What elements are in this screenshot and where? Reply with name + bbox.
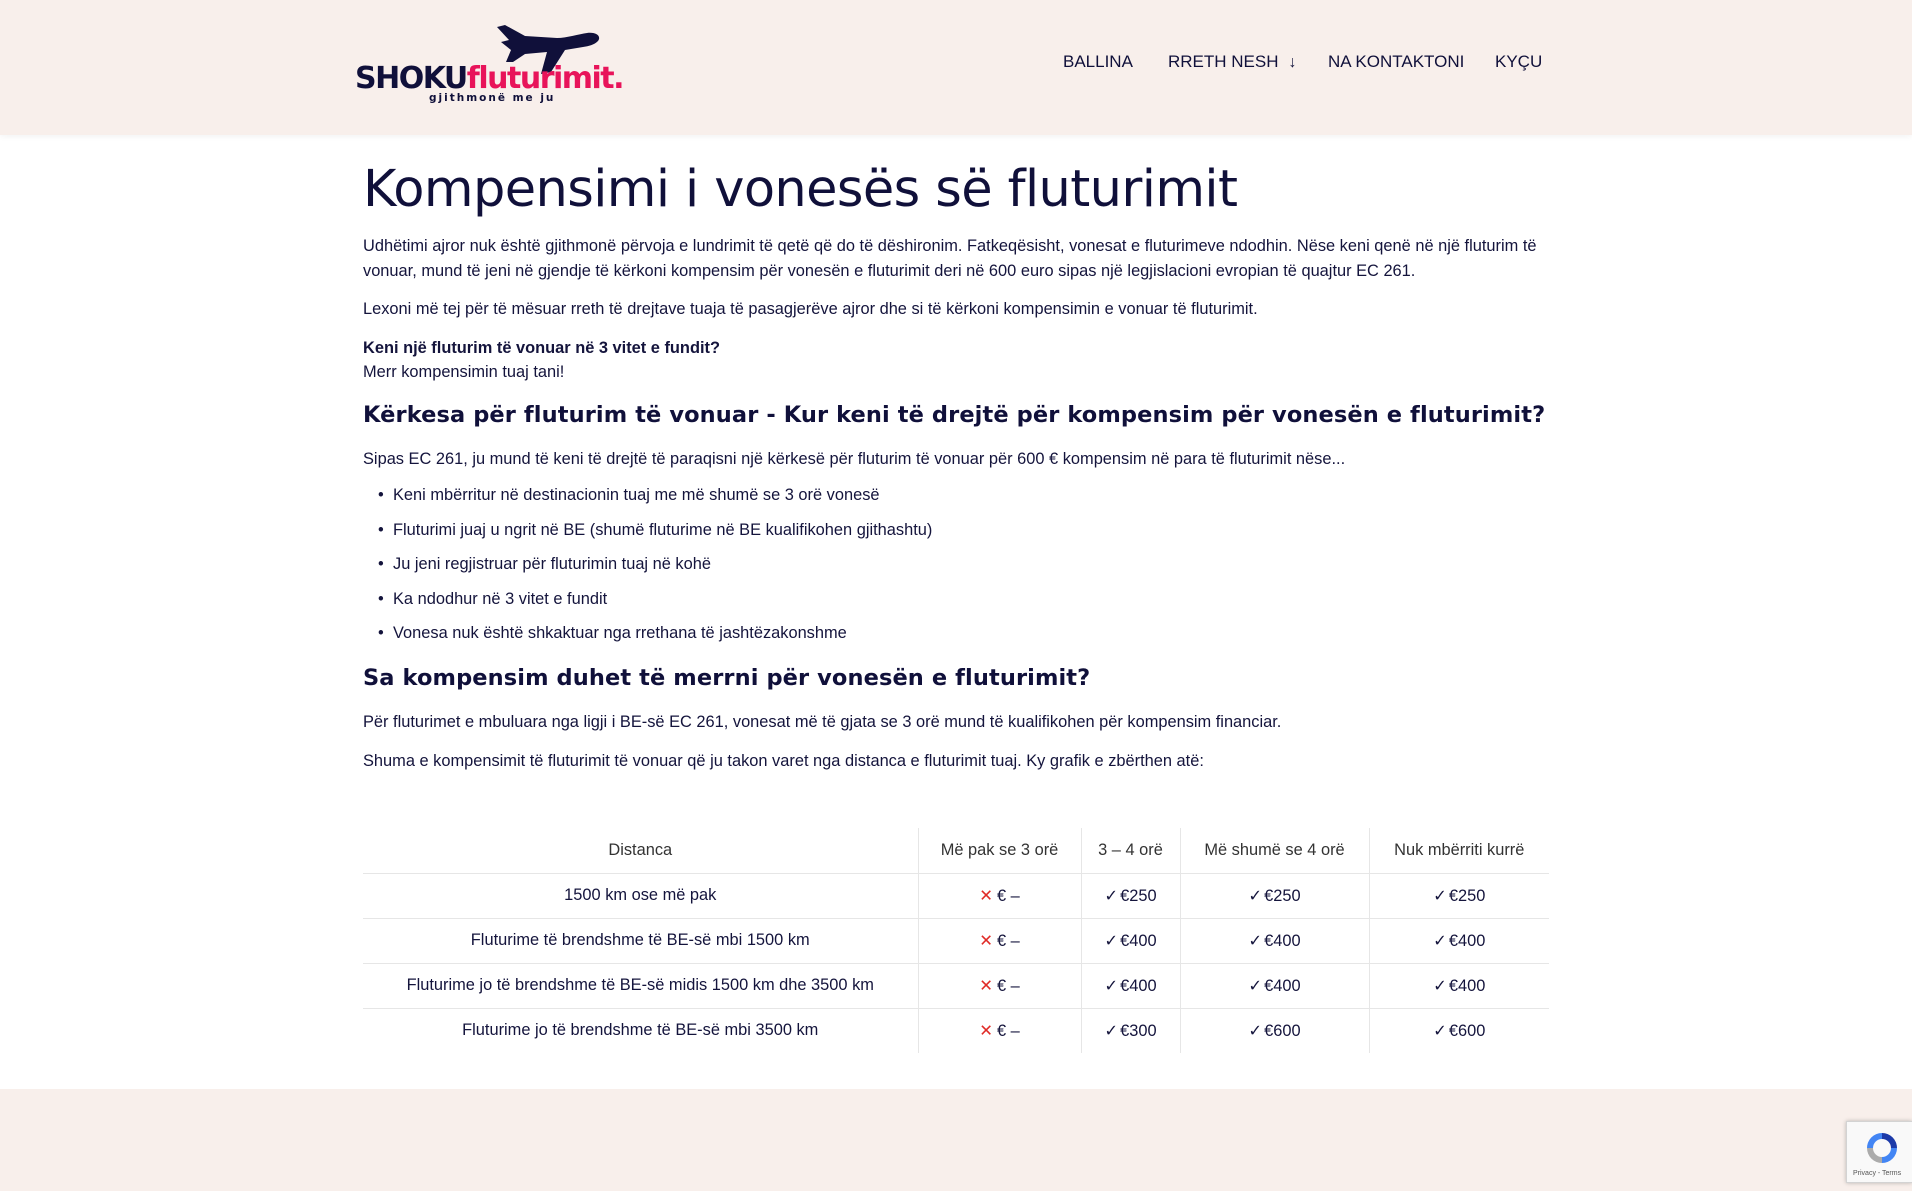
recaptcha-icon: [1867, 1133, 1897, 1163]
nav-rreth-nesh[interactable]: RRETH NESH ↓: [1168, 52, 1297, 76]
amount-value: €250: [1448, 886, 1486, 905]
amount-value: €400: [1120, 976, 1157, 995]
amount-cell: ✓ €250: [1080, 872, 1180, 918]
nav-kycu[interactable]: KYÇU: [1495, 52, 1542, 76]
cta-link[interactable]: Merr kompensimin tuaj tani!: [363, 360, 1549, 385]
arrow-down-icon: ↓: [1288, 54, 1297, 71]
check-icon: ✓: [1248, 976, 1263, 995]
intro-paragraph-2: Lexoni më tej për të mësuar rreth të dre…: [363, 300, 1258, 318]
amount-cell: ✓ €600: [1179, 1007, 1369, 1053]
amount-value: € –: [996, 976, 1020, 995]
table-row: Fluturime të brendshme të BE-së mbi 1500…: [363, 917, 1549, 963]
amount-cell: ✓ €250: [1179, 872, 1369, 918]
logo-tagline: gjithmonë me ju: [429, 92, 556, 104]
amount-cell: ✓ €400: [1080, 962, 1180, 1008]
site-footer: [0, 1089, 1912, 1191]
cross-icon: ✕: [979, 976, 993, 995]
intro-paragraph: Udhëtimi ajror nuk është gjithmonë përvo…: [363, 237, 1537, 280]
list-item: Fluturimi juaj u ngrit në BE (shumë flut…: [378, 521, 932, 540]
table-row: Fluturime jo të brendshme të BE-së mbi 3…: [363, 1007, 1549, 1053]
check-icon: ✓: [1248, 931, 1263, 950]
column-header: Distanca: [608, 840, 673, 859]
page-title: Kompensimi i vonesës së fluturimit: [363, 160, 1238, 219]
recaptcha-badge[interactable]: Privacy - Terms: [1846, 1121, 1912, 1183]
cross-icon: ✕: [979, 1021, 993, 1040]
site-header: SHOKUfluturimit. gjithmonë me ju BALLINA…: [0, 0, 1912, 135]
amount-cell: ✓ €250: [1368, 872, 1549, 918]
distance-cell: Fluturime jo të brendshme të BE-së mbi 3…: [363, 1007, 918, 1053]
amount-value: €400: [1264, 931, 1301, 950]
amount-cell: ✕ € –: [917, 962, 1081, 1008]
cross-icon: ✕: [979, 886, 993, 905]
section-heading-eligibility: Kërkesa për fluturim të vonuar - Kur ken…: [363, 402, 1546, 428]
check-icon: ✓: [1104, 1021, 1119, 1040]
recaptcha-footer-text[interactable]: Privacy - Terms: [1853, 1170, 1901, 1177]
amount-value: € –: [996, 886, 1020, 905]
section-heading-amount: Sa kompensim duhet të merrni për vonesën…: [363, 665, 1091, 691]
site-logo[interactable]: SHOKUfluturimit. gjithmonë me ju: [355, 22, 625, 104]
nav-rreth-nesh-label: RRETH NESH: [1168, 52, 1279, 71]
cross-icon: ✕: [979, 931, 993, 950]
amount-value: €400: [1264, 976, 1301, 995]
amount-cell: ✕ € –: [917, 917, 1081, 963]
amount-value: € –: [996, 931, 1020, 950]
distance-cell: Fluturime të brendshme të BE-së mbi 1500…: [363, 917, 918, 963]
cta-question: Keni një fluturim të vonuar në 3 vitet e…: [363, 339, 720, 357]
amount-cell: ✓ €400: [1179, 917, 1369, 963]
amount-value: € –: [996, 1021, 1020, 1040]
amount-cell: ✓ €400: [1080, 917, 1180, 963]
compensation-table: Distanca Më pak se 3 orë 3 – 4 orë Më sh…: [363, 828, 1549, 1053]
amount-value: €600: [1264, 1021, 1301, 1040]
nav-ballina[interactable]: BALLINA: [1063, 52, 1133, 76]
nav-na-kontaktoni[interactable]: NA KONTAKTONI: [1328, 52, 1464, 76]
list-item: Ka ndodhur në 3 vitet e fundit: [378, 590, 607, 609]
column-header: Nuk mbërriti kurrë: [1368, 828, 1549, 873]
column-header: 3 – 4 orë: [1080, 828, 1180, 873]
amount-value: €250: [1264, 886, 1301, 905]
amount-cell: ✓ €600: [1368, 1007, 1549, 1053]
distance-cell: Fluturime jo të brendshme të BE-së midis…: [363, 962, 918, 1008]
check-icon: ✓: [1104, 886, 1119, 905]
amount-value: €250: [1120, 886, 1157, 905]
amount-cell: ✕ € –: [917, 1007, 1081, 1053]
table-header-row: Distanca Më pak se 3 orë 3 – 4 orë Më sh…: [363, 828, 1549, 873]
amount-cell: ✓ €300: [1080, 1007, 1180, 1053]
amount-value: €600: [1448, 1021, 1486, 1040]
check-icon: ✓: [1248, 1021, 1263, 1040]
amount-paragraph-2: Shuma e kompensimit të fluturimit të von…: [363, 752, 1204, 770]
list-item: Keni mbërritur në destinacionin tuaj me …: [378, 486, 880, 505]
check-icon: ✓: [1248, 886, 1263, 905]
amount-value: €400: [1448, 976, 1486, 995]
check-icon: ✓: [1104, 931, 1119, 950]
check-icon: ✓: [1104, 976, 1119, 995]
amount-cell: ✓ €400: [1368, 962, 1549, 1008]
conditions-intro: Sipas EC 261, ju mund të keni të drejtë …: [363, 450, 1346, 468]
check-icon: ✓: [1433, 976, 1447, 995]
list-item: Ju jeni regjistruar për fluturimin tuaj …: [378, 555, 711, 574]
amount-paragraph-1: Për fluturimet e mbuluara nga ligji i BE…: [363, 713, 1282, 731]
check-icon: ✓: [1433, 886, 1447, 905]
column-header: Më shumë se 4 orë: [1179, 828, 1369, 873]
amount-cell: ✓ €400: [1368, 917, 1549, 963]
amount-cell: ✕ € –: [917, 872, 1081, 918]
amount-value: €400: [1120, 931, 1157, 950]
column-header: Më pak se 3 orë: [917, 828, 1081, 873]
check-icon: ✓: [1433, 1021, 1447, 1040]
logo-part-shoku: SHOKU: [355, 61, 468, 96]
logo-part-fluturimit: fluturimit.: [466, 61, 625, 96]
distance-cell: 1500 km ose më pak: [363, 872, 918, 918]
check-icon: ✓: [1433, 931, 1447, 950]
logo-wordmark: SHOKUfluturimit.: [355, 61, 625, 96]
amount-value: €400: [1448, 931, 1486, 950]
amount-cell: ✓ €400: [1179, 962, 1369, 1008]
amount-value: €300: [1120, 1021, 1157, 1040]
list-item: Vonesa nuk është shkaktuar nga rrethana …: [378, 624, 847, 643]
table-row: Fluturime jo të brendshme të BE-së midis…: [363, 962, 1549, 1008]
table-row: 1500 km ose më pak ✕ € – ✓ €250 ✓ €250 ✓ €25…: [363, 872, 1549, 918]
